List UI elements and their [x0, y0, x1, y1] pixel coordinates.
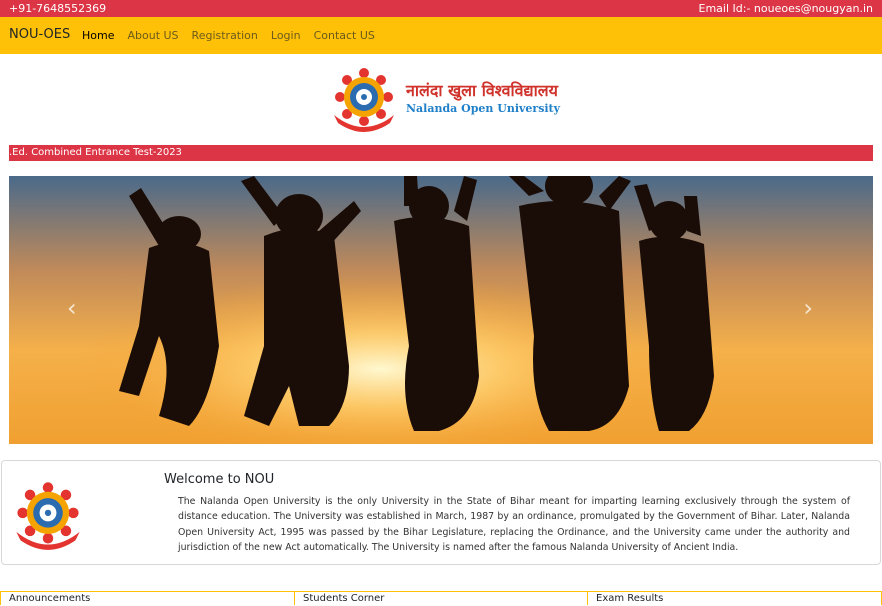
- navbar-brand[interactable]: NOU-OES: [9, 27, 70, 42]
- top-contact-bar: +91-7648552369 Email Id:- noueoes@nougya…: [0, 0, 882, 17]
- hero-slide-image: [9, 176, 873, 444]
- university-logo: नालंदा खुला विश्वविद्यालय Nalanda Open U…: [328, 63, 561, 137]
- email-address: Email Id:- noueoes@nougyan.in: [698, 2, 874, 15]
- welcome-panel: Welcome to NOU The Nalanda Open Universi…: [1, 460, 881, 565]
- announcement-ticker[interactable]: .Ed. Combined Entrance Test-2023: [9, 145, 873, 161]
- logo-hindi-name: नालंदा खुला विश्वविद्यालय: [406, 81, 558, 100]
- nav-links: Home About US Registration Login Contact…: [82, 29, 388, 42]
- info-cards-row: Announcements Students Corner Exam Resul…: [0, 591, 882, 605]
- main-navbar: NOU-OES Home About US Registration Login…: [0, 17, 882, 54]
- nav-contact-link[interactable]: Contact US: [314, 29, 375, 42]
- carousel-prev-icon[interactable]: ‹: [67, 294, 77, 322]
- hero-carousel[interactable]: ‹ ›: [9, 176, 873, 444]
- nav-login-link[interactable]: Login: [271, 29, 301, 42]
- welcome-title: Welcome to NOU: [164, 472, 275, 487]
- carousel-next-icon[interactable]: ›: [803, 294, 813, 322]
- university-emblem-icon: [330, 63, 398, 132]
- logo-english-name: Nalanda Open University: [406, 102, 561, 115]
- nav-about-link[interactable]: About US: [127, 29, 178, 42]
- nav-home-link[interactable]: Home: [82, 29, 114, 42]
- phone-number: +91-7648552369: [9, 2, 107, 15]
- university-emblem-small-icon: [16, 482, 80, 550]
- welcome-description: The Nalanda Open University is the only …: [178, 496, 850, 553]
- nav-registration-link[interactable]: Registration: [192, 29, 258, 42]
